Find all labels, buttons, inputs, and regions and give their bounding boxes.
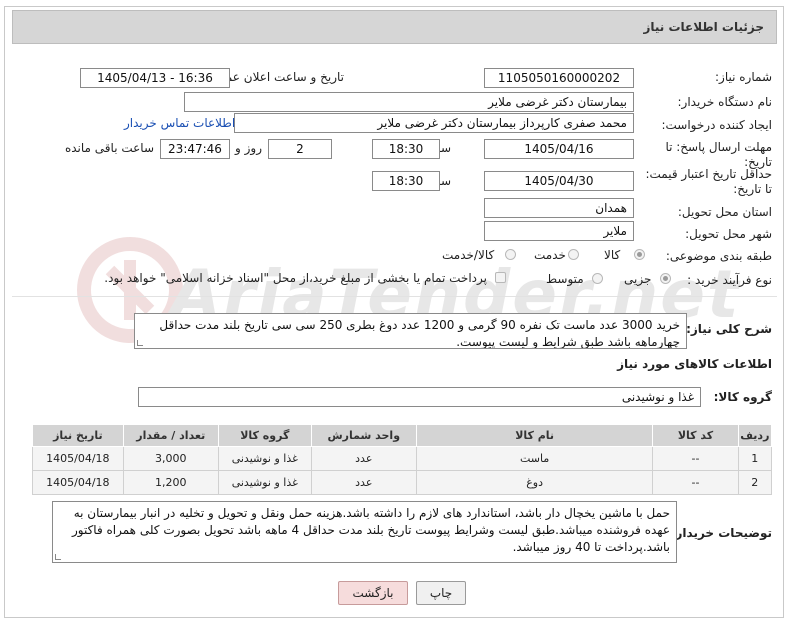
remaining-time-field: 23:47:46: [160, 139, 230, 159]
cell-row: 2: [737, 470, 773, 495]
creator-label: ایجاد کننده درخواست:: [661, 118, 772, 132]
treasury-payment-checkbox[interactable]: [495, 272, 506, 283]
buyer-org-field: بیمارستان دکتر غرضی ملایر: [184, 92, 634, 112]
category-radio-both[interactable]: [505, 249, 516, 260]
title-bar: جزئیات اطلاعات نیاز: [12, 10, 777, 44]
divider: [12, 296, 777, 297]
cell-name: ماست: [415, 446, 654, 471]
treasury-payment-note: پرداخت تمام یا بخشی از مبلغ خرید،از محل …: [104, 271, 487, 285]
cell-code: --: [652, 470, 739, 495]
cell-qty: 1,200: [122, 470, 219, 495]
announce-field: 1405/04/13 - 16:36: [80, 68, 230, 88]
back-button[interactable]: بازگشت: [338, 581, 408, 605]
cell-row: 1: [737, 446, 773, 471]
cell-unit: عدد: [310, 446, 417, 471]
cell-group: غذا و نوشیدنی: [217, 446, 312, 471]
category-option-service: خدمت: [534, 248, 566, 262]
category-option-both: کالا/خدمت: [442, 248, 495, 262]
need-number-field: 1105050160000202: [484, 68, 634, 88]
category-option-goods: کالا: [604, 248, 621, 262]
process-option-medium: متوسط: [546, 272, 584, 286]
category-radio-service[interactable]: [568, 249, 579, 260]
buyer-contact-link[interactable]: اطلاعات تماس خریدار: [124, 116, 235, 130]
days-label: روز و: [235, 141, 262, 155]
process-option-partial: جزیی: [624, 272, 652, 286]
validity-time-field: 18:30: [372, 171, 440, 191]
table-row: 1 -- ماست عدد غذا و نوشیدنی 3,000 1405/0…: [32, 446, 773, 471]
col-date: تاریخ نیاز: [32, 424, 124, 447]
validity-label: حداقل تاریخ اعتبار قیمت: تا تاریخ:: [645, 167, 772, 196]
description-label: شرح کلی نیاز:: [686, 322, 772, 336]
resize-handle-icon[interactable]: [137, 340, 143, 346]
print-button[interactable]: چاپ: [416, 581, 466, 605]
buyer-notes-text: حمل با ماشین یخچال دار باشد، استاندارد ه…: [52, 501, 677, 563]
process-label: نوع فرآیند خرید :: [687, 273, 772, 287]
buyer-notes-label: توضیحات خریدار:: [670, 526, 772, 540]
creator-field: محمد صفری کارپرداز بیمارستان دکتر غرضی م…: [234, 113, 634, 133]
cell-qty: 3,000: [122, 446, 219, 471]
description-content: خرید 3000 عدد ماست تک نفره 90 گرمی و 120…: [159, 318, 680, 349]
category-label: طبقه بندی موضوعی:: [665, 249, 772, 263]
page-title: جزئیات اطلاعات نیاز: [643, 20, 764, 34]
table-row: 2 -- دوغ عدد غذا و نوشیدنی 1,200 1405/04…: [32, 470, 773, 495]
province-label: استان محل تحویل:: [677, 205, 772, 219]
deadline-date-field: 1405/04/16: [484, 139, 634, 159]
goods-group-label: گروه کالا:: [713, 390, 772, 404]
col-code: کد کالا: [652, 424, 739, 447]
category-radio-goods[interactable]: [634, 249, 645, 260]
city-field: ملایر: [484, 221, 634, 241]
col-row: ردیف: [737, 424, 773, 447]
process-radio-partial[interactable]: [660, 273, 671, 284]
resize-handle-icon[interactable]: [55, 554, 61, 560]
buyer-notes-content: حمل با ماشین یخچال دار باشد، استاندارد ه…: [71, 506, 670, 554]
deadline-label: مهلت ارسال پاسخ: تا تاریخ:: [665, 140, 772, 169]
deadline-time-field: 18:30: [372, 139, 440, 159]
cell-unit: عدد: [310, 470, 417, 495]
remaining-label: ساعت باقی مانده: [64, 141, 154, 155]
cell-date: 1405/04/18: [32, 446, 124, 471]
validity-date-field: 1405/04/30: [484, 171, 634, 191]
col-qty: تعداد / مقدار: [122, 424, 219, 447]
goods-section-title: اطلاعات کالاهای مورد نیاز: [617, 357, 772, 371]
col-unit: واحد شمارش: [310, 424, 417, 447]
city-label: شهر محل تحویل:: [685, 227, 772, 241]
cell-date: 1405/04/18: [32, 470, 124, 495]
buyer-org-label: نام دستگاه خریدار:: [677, 95, 773, 109]
col-name: نام کالا: [415, 424, 654, 447]
description-text: خرید 3000 عدد ماست تک نفره 90 گرمی و 120…: [134, 313, 687, 349]
cell-group: غذا و نوشیدنی: [217, 470, 312, 495]
col-group: گروه کالا: [217, 424, 312, 447]
cell-code: --: [652, 446, 739, 471]
goods-group-field: غذا و نوشیدنی: [138, 387, 701, 407]
need-number-label: شماره نیاز:: [715, 70, 772, 84]
table-header-row: ردیف کد کالا نام کالا واحد شمارش گروه کا…: [32, 424, 773, 447]
days-field: 2: [268, 139, 332, 159]
process-radio-medium[interactable]: [592, 273, 603, 284]
province-field: همدان: [484, 198, 634, 218]
cell-name: دوغ: [415, 470, 654, 495]
goods-table: ردیف کد کالا نام کالا واحد شمارش گروه کا…: [32, 424, 773, 495]
